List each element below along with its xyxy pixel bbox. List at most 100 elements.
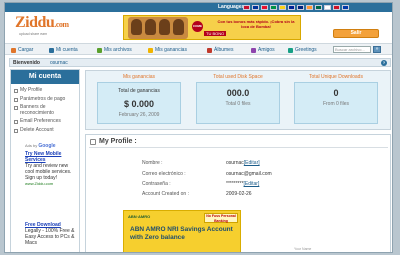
language-flag-icon[interactable] <box>243 5 250 10</box>
disk-space-value: 000.0 <box>226 88 250 98</box>
profile-row-label: Account Created on : <box>142 191 189 197</box>
profile-row: Account Created on : 2009-02-26 <box>142 191 252 197</box>
nav-item[interactable]: Amigos <box>251 47 275 53</box>
account-sidebar: Mi cuenta My Profile Parámetros de pago Ba… <box>10 69 80 252</box>
sidebar-ad-2[interactable]: Free Download Legally - 100% Free & Easy… <box>25 222 77 246</box>
sidebar-item-label: My Profile <box>20 87 43 93</box>
language-flag-icon[interactable] <box>333 5 340 10</box>
language-flag-icon[interactable] <box>324 5 331 10</box>
earnings-value: $ 0.000 <box>123 99 155 109</box>
nav-icon <box>11 47 16 53</box>
downloads-header: Total Unique Downloads <box>309 74 363 80</box>
sidebar-item-label: Email Preferences <box>20 118 61 124</box>
nav-icon <box>288 47 293 53</box>
email-icon <box>14 120 18 124</box>
divider <box>89 147 388 148</box>
nav-item[interactable]: Álbumes <box>207 47 233 53</box>
header-ad-banner[interactable]: COME Con tus bonos más rápido. ¡Cobra si… <box>123 15 301 40</box>
banner-icon <box>14 106 18 110</box>
ad-cta[interactable]: TU BONO <box>204 31 227 36</box>
nav-icon <box>97 47 102 53</box>
sidebar-item-label: Parámetros de pago <box>20 95 66 102</box>
sidebar-item-label: Banners de reconocimiento <box>20 104 54 116</box>
language-flag-icon[interactable] <box>306 5 313 10</box>
sidebar-title: Mi cuenta <box>11 70 79 84</box>
nav-label: Greetings <box>295 47 317 53</box>
edit-link[interactable]: [Editar] <box>244 160 260 166</box>
nav-label: Álbumes <box>214 47 234 53</box>
help-icon[interactable]: ? <box>381 60 387 66</box>
stats-panel: Mis ganancias Total used Disk Space Tota… <box>85 70 391 130</box>
profile-row-value: 2009-02-26 <box>226 191 252 197</box>
sidebar-item[interactable]: Email Preferences <box>14 118 79 125</box>
logo-tagline: upload share earn <box>19 32 48 36</box>
ads-by-google[interactable]: Ads by Google <box>25 143 56 149</box>
profile-row-value: osurnac[Editar] <box>226 160 260 166</box>
language-flag-icon[interactable] <box>342 5 349 10</box>
earnings-header: Mis ganancias <box>123 74 155 80</box>
sidebar-item[interactable]: My Profile <box>14 87 79 94</box>
nav-item[interactable]: Mis ganancias <box>148 47 187 53</box>
nav-item[interactable]: Greetings <box>288 47 317 53</box>
nav-label: Mis archivos <box>104 47 132 53</box>
ziddu-logo[interactable]: Ziddu.com upload share earn <box>15 14 75 38</box>
language-bar: Languages : <box>5 3 392 12</box>
nav-label: Amigos <box>258 47 275 53</box>
language-flag-icon[interactable] <box>297 5 304 10</box>
exit-button[interactable]: Salir <box>333 29 379 38</box>
site-header: Ziddu.com upload share earn COME Con tus… <box>5 12 392 42</box>
browser-page: Languages : Ziddu.com upload share earn … <box>4 2 393 253</box>
profile-icon <box>90 138 96 145</box>
sidebar-item[interactable]: Parámetros de pago <box>14 95 79 103</box>
nav-label: Mi cuenta <box>56 47 78 53</box>
profile-row: Correo electrónico : osurnac@gmail.com <box>142 171 272 177</box>
profile-icon <box>14 89 18 93</box>
profile-row-label: Nombre : <box>142 160 163 166</box>
nav-icon <box>148 47 153 53</box>
disk-space-box: 000.0 Total 0 files <box>196 82 280 124</box>
profile-panel: My Profile : Nombre : osurnac[Editar] Corr… <box>85 134 391 252</box>
abn-amro-ad[interactable]: ABN·AMRO No Fuss Personal Banking ABN AM… <box>123 210 241 252</box>
sidebar-item[interactable]: Delete Account <box>14 126 79 134</box>
sidebar-menu: My Profile Parámetros de pago Banners de r… <box>11 84 79 133</box>
profile-row-value: osurnac@gmail.com <box>226 171 272 177</box>
language-flag-icon[interactable] <box>270 5 277 10</box>
username-link[interactable]: osurnac <box>50 60 68 66</box>
profile-row-label: Contraseña : <box>142 181 171 187</box>
disk-space-header: Total used Disk Space <box>213 74 263 80</box>
welcome-bar: Bienvenido osurnac ? <box>9 58 391 67</box>
downloads-value: 0 <box>333 88 339 98</box>
profile-row: Contraseña : *********[Editar] <box>142 181 259 187</box>
language-flag-icon[interactable] <box>252 5 259 10</box>
search-input[interactable]: Buscar archivo... <box>333 46 371 53</box>
profile-row-label: Correo electrónico : <box>142 171 186 177</box>
language-flags <box>243 5 349 10</box>
your-name-note: Your Name <box>294 247 312 251</box>
monkeys-image <box>128 17 188 39</box>
profile-row-value: *********[Editar] <box>226 181 260 187</box>
nav-item[interactable]: Mi cuenta <box>49 47 78 53</box>
profile-row: Nombre : osurnac[Editar] <box>142 160 260 166</box>
nav-label: Cargar <box>18 47 34 53</box>
language-flag-icon[interactable] <box>279 5 286 10</box>
nav-item[interactable]: Mis archivos <box>97 47 132 53</box>
language-flag-icon[interactable] <box>288 5 295 10</box>
language-flag-icon[interactable] <box>315 5 322 10</box>
payment-icon <box>14 97 18 102</box>
nav-icon <box>49 47 54 53</box>
earnings-box: Total de ganancias $ 0.000 February 26, … <box>97 82 181 124</box>
main-nav: Cargar Mi cuenta Mis archivos Mis ganancias… <box>5 43 392 55</box>
sidebar-item[interactable]: Banners de reconocimiento <box>14 104 79 116</box>
nav-item[interactable]: Cargar <box>11 47 33 53</box>
edit-link[interactable]: [Editar] <box>244 181 260 187</box>
sidebar-item-label: Delete Account <box>20 126 54 133</box>
nav-icon <box>251 47 256 53</box>
downloads-box: 0 From 0 files <box>294 82 378 124</box>
ad-text: Con tus bonos más rápido. ¡Cobra sin la … <box>217 19 295 29</box>
language-flag-icon[interactable] <box>261 5 268 10</box>
search-button[interactable]: » <box>373 46 381 53</box>
welcome-label: Bienvenido <box>13 60 40 66</box>
delete-icon <box>14 128 18 133</box>
sidebar-ad-1[interactable]: Try New Mobile Services Try and review n… <box>25 151 77 187</box>
ad-seal: COME <box>192 21 203 32</box>
